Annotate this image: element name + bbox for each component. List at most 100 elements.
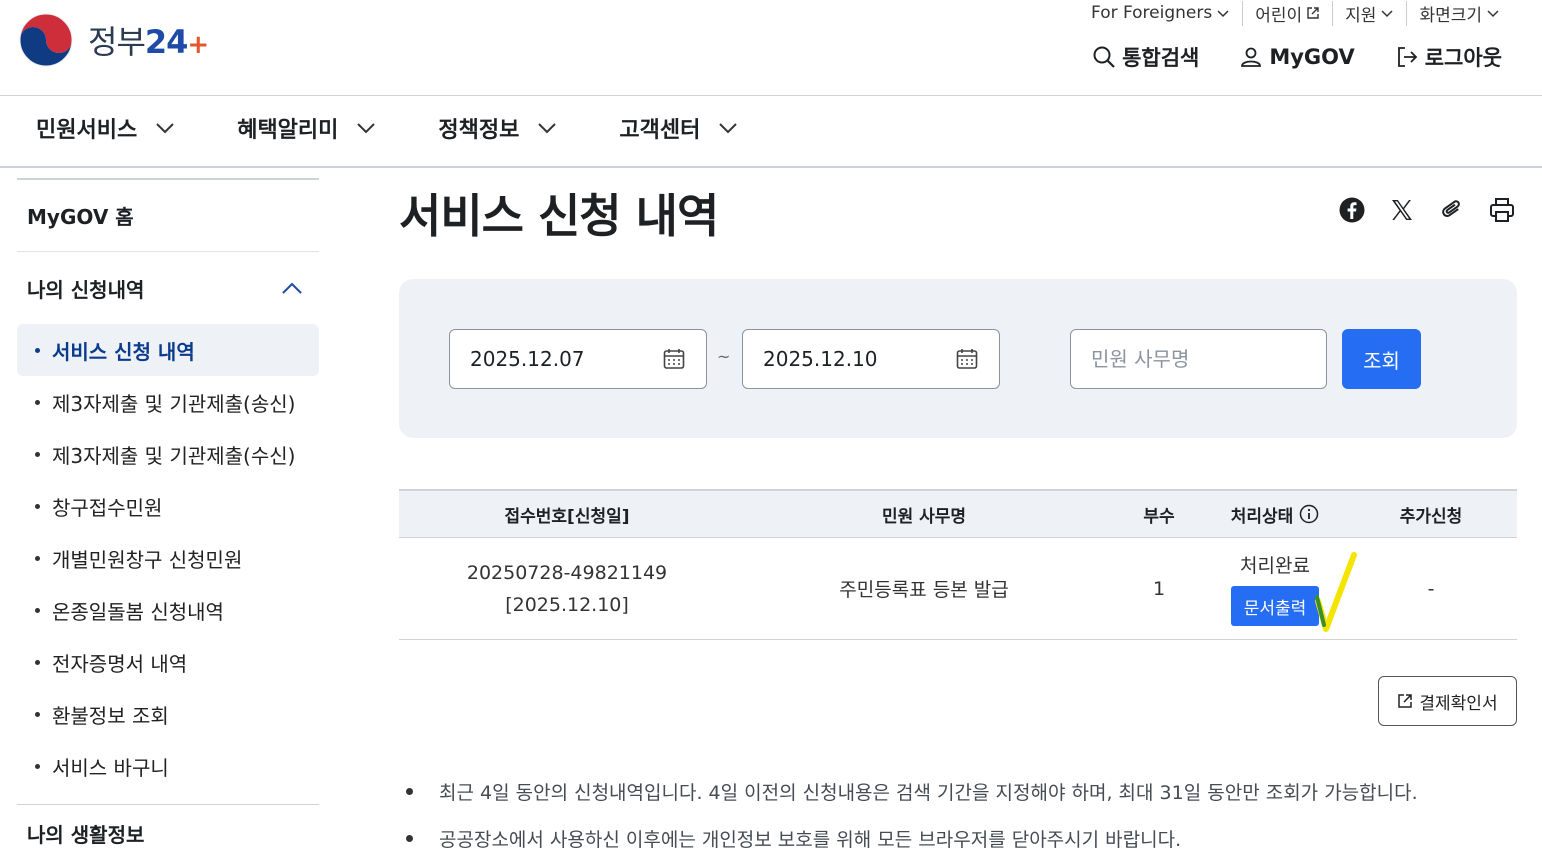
end-date-value: 2025.12.10: [763, 347, 878, 371]
sidebar-item-service-applications[interactable]: 서비스 신청 내역: [17, 324, 319, 376]
sidebar-group-life-info[interactable]: 나의 생활정보: [17, 805, 319, 850]
document-print-button[interactable]: 문서출력: [1230, 586, 1320, 626]
info-icon[interactable]: [1299, 504, 1319, 524]
check-mark-annotation: [1315, 552, 1357, 632]
search-label: 통합검색: [1122, 46, 1200, 70]
start-date-field[interactable]: 2025.12.07: [449, 329, 707, 389]
sidebar-item-counter-applications[interactable]: 창구접수민원: [17, 480, 319, 532]
sidebar-item-label: 창구접수민원: [52, 495, 163, 520]
civil-affair-name-input[interactable]: [1070, 329, 1327, 389]
x-icon[interactable]: [1388, 196, 1416, 224]
col-count: 부수: [1143, 506, 1175, 527]
gnb-label: 혜택알리미: [237, 118, 339, 143]
sidebar-item-service-basket[interactable]: 서비스 바구니: [17, 740, 319, 792]
sidebar-item-label: 서비스 신청 내역: [52, 339, 195, 364]
bullet-dot: [406, 835, 413, 842]
gnb-policy[interactable]: 정책정보: [438, 112, 557, 144]
sidebar-item-refund-info[interactable]: 환불정보 조회: [17, 688, 319, 740]
notice-list: 최근 4일 동안의 신청내역입니다. 4일 이전의 신청내용은 검색 기간을 지…: [406, 768, 1418, 850]
gnb-label: 정책정보: [438, 118, 520, 143]
receipt-label: 결제확인서: [1419, 693, 1498, 714]
chevron-down-icon: [1381, 10, 1393, 18]
bullet-dot: [406, 788, 413, 795]
sidebar-item-third-party-received[interactable]: 제3자제출 및 기관제출(수신): [17, 428, 319, 480]
mygov-button[interactable]: MyGOV: [1239, 42, 1355, 72]
page-title: 서비스 신청 내역: [399, 189, 719, 243]
notice-item: 공공장소에서 사용하신 이후에는 개인정보 보호를 위해 모든 브라우저를 닫아…: [406, 815, 1418, 850]
logo-text: 정부 24 +: [88, 23, 209, 61]
header-divider: [0, 95, 1542, 96]
col-status: 처리상태: [1205, 502, 1345, 527]
search-button[interactable]: 조회: [1342, 329, 1421, 389]
bullet-dot: [35, 659, 40, 665]
notice-text: 최근 4일 동안의 신청내역입니다. 4일 이전의 신청내용은 검색 기간을 지…: [439, 782, 1418, 804]
nav-divider: [0, 166, 1542, 168]
gnb-label: 고객센터: [619, 118, 701, 143]
calendar-icon[interactable]: [662, 347, 686, 371]
gov24-logo[interactable]: 정부 24 +: [16, 10, 209, 70]
date-range-separator: ~: [717, 347, 731, 366]
chevron-down-icon: [156, 123, 174, 134]
calendar-icon[interactable]: [955, 347, 979, 371]
gnb-civil-services[interactable]: 민원서비스: [36, 112, 175, 144]
sidebar-item-third-party-sent[interactable]: 제3자제출 및 기관제출(송신): [17, 376, 319, 428]
receipt-cell: 20250728-49821149 [2025.12.10]: [399, 557, 735, 621]
clip-icon[interactable]: [1438, 196, 1466, 224]
count-cell: 1: [1152, 577, 1166, 600]
bullet-dot: [35, 607, 40, 613]
external-link-icon: [1398, 694, 1413, 708]
end-date-field[interactable]: 2025.12.10: [742, 329, 1000, 389]
bullet-dot: [35, 555, 40, 561]
utility-menu: For Foreigners 어린이 지원 화면크기: [1079, 0, 1512, 26]
sidebar-item-e-certificates[interactable]: 전자증명서 내역: [17, 636, 319, 688]
util-screen-size[interactable]: 화면크기: [1406, 0, 1512, 26]
share-toolbar: [1338, 196, 1516, 224]
util-label: 어린이: [1255, 5, 1303, 26]
sidebar-group-label: 나의 신청내역: [27, 277, 145, 302]
global-nav: 민원서비스 혜택알리미 정책정보 고객센터: [36, 112, 738, 144]
payment-receipt-button[interactable]: 결제확인서: [1378, 676, 1517, 726]
sidebar-item-label: 환불정보 조회: [52, 703, 169, 728]
bullet-dot: [35, 347, 40, 353]
notice-text: 공공장소에서 사용하신 이후에는 개인정보 보호를 위해 모든 브라우저를 닫아…: [439, 829, 1182, 850]
sidebar-mygov-home[interactable]: MyGOV 홈: [17, 180, 319, 252]
col-additional: 추가신청: [1399, 506, 1463, 527]
col-affair-name: 민원 사무명: [881, 506, 967, 527]
search-filter-panel: 2025.12.07 ~ 2025.12.10 조회: [399, 279, 1517, 438]
application-date: [2025.12.10]: [505, 593, 629, 616]
sidebar-item-label: 온종일돌봄 신청내역: [52, 599, 224, 624]
sidebar-item-all-day-care[interactable]: 온종일돌봄 신청내역: [17, 584, 319, 636]
util-label: For Foreigners: [1091, 3, 1213, 23]
main-utility: 통합검색 MyGOV 로그아웃: [1092, 42, 1502, 72]
util-kids[interactable]: 어린이: [1242, 0, 1332, 26]
table-header: 접수번호[신청일] 민원 사무명 부수 처리상태 추가신청: [399, 489, 1517, 537]
sidebar-item-label: 제3자제출 및 기관제출(수신): [52, 443, 296, 468]
chevron-up-icon: [282, 282, 302, 294]
facebook-icon[interactable]: [1338, 196, 1366, 224]
unified-search-button[interactable]: 통합검색: [1092, 42, 1199, 72]
util-for-foreigners[interactable]: For Foreigners: [1079, 3, 1242, 23]
bullet-dot: [35, 399, 40, 405]
gnb-benefits[interactable]: 혜택알리미: [237, 112, 376, 144]
util-label: 화면크기: [1419, 5, 1482, 26]
col-status-label: 처리상태: [1230, 506, 1294, 527]
col-receipt-no: 접수번호[신청일]: [504, 506, 630, 527]
notice-item: 최근 4일 동안의 신청내역입니다. 4일 이전의 신청내용은 검색 기간을 지…: [406, 768, 1418, 815]
additional-cell: -: [1427, 577, 1435, 600]
sidebar-group-my-applications[interactable]: 나의 신청내역: [17, 252, 319, 324]
taegeuk-logo-icon: [17, 11, 75, 69]
gnb-customer-center[interactable]: 고객센터: [619, 112, 738, 144]
affair-name-cell: 주민등록표 등본 발급: [839, 579, 1009, 601]
sidebar-item-label: 전자증명서 내역: [52, 651, 188, 676]
sidebar-item-individual-window[interactable]: 개별민원창구 신청민원: [17, 532, 319, 584]
status-text: 처리완료: [1240, 555, 1310, 577]
receipt-number: 20250728-49821149: [466, 561, 668, 584]
chevron-down-icon: [538, 123, 557, 134]
print-icon[interactable]: [1488, 196, 1516, 224]
search-icon: [1093, 46, 1115, 68]
chevron-down-icon: [1487, 10, 1499, 18]
start-date-value: 2025.12.07: [470, 347, 585, 371]
bullet-dot: [35, 451, 40, 457]
logout-button[interactable]: 로그아웃: [1395, 42, 1502, 72]
util-support[interactable]: 지원: [1332, 0, 1406, 26]
